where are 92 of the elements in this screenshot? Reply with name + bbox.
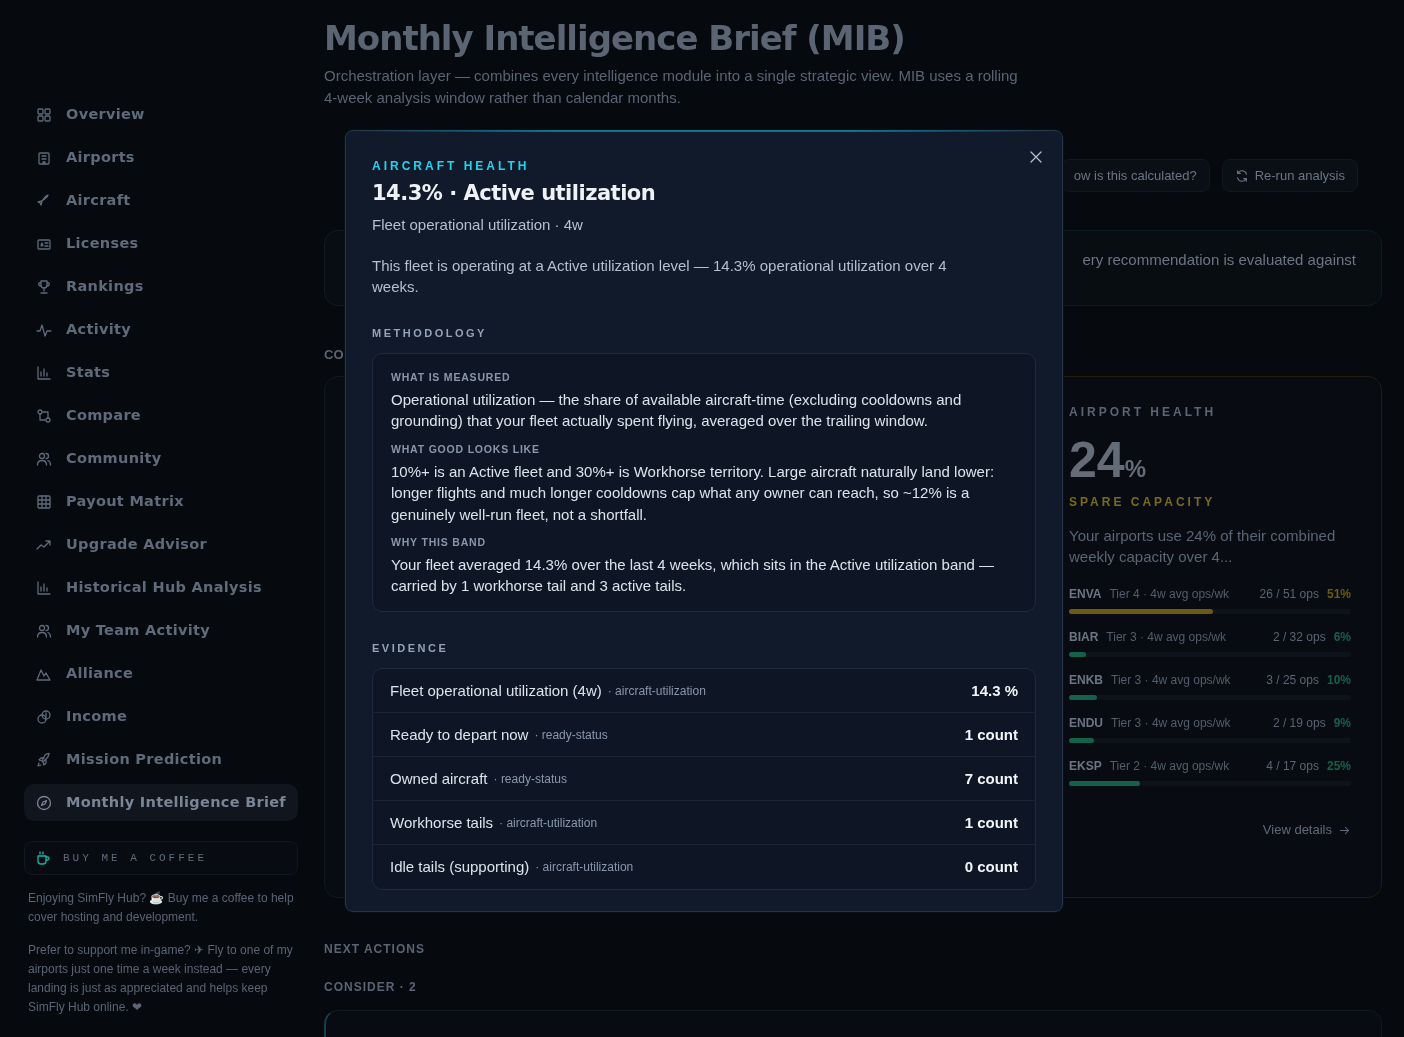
dialog-title: 14.3% · Active utilization (372, 181, 657, 207)
airport-detail: Tier 2 · 4w avg ops/wk (1109, 758, 1231, 776)
evidence-source: · ready-status (493, 770, 567, 788)
ops-count: 4 / 17 ops (1266, 758, 1319, 776)
methodology-text: Your fleet averaged 14.3% over the last 4 weeks, which sits in the Active utilization band — carried by 1 workhorse tail and 3 active tails. (391, 554, 996, 597)
sidebar-item[interactable]: Upgrade Advisor (24, 526, 298, 563)
evidence-label: Fleet operational utilization (4w) (390, 680, 602, 701)
airport-detail: Tier 3 · 4w avg ops/wk (1106, 629, 1227, 647)
sidebar-item[interactable]: Payout Matrix (24, 483, 298, 520)
evidence-value: 7 count (964, 768, 1018, 789)
airport-code: ENVA (1069, 586, 1102, 604)
airport-code: ENKB (1069, 672, 1103, 690)
page-title: Monthly Intelligence Brief (MIB) (324, 18, 906, 59)
evidence-value: 14.3 % (971, 680, 1018, 701)
sidebar-item[interactable]: My Team Activity (24, 612, 298, 649)
percent-value: 6% (1333, 629, 1351, 647)
table-icon (36, 493, 52, 510)
evidence-label: Ready to depart now (390, 724, 529, 745)
card-description: Your airports use 24% of their combined weekly capacity over 4... (1069, 526, 1337, 568)
dialog-description: This fleet is operating at a Active utilization level — 14.3% operational utilization over 4 weeks. (372, 255, 948, 297)
section-label: EVIDENCE (372, 640, 450, 656)
evidence-label: Idle tails (supporting) (390, 857, 530, 878)
compare-icon (36, 407, 52, 424)
evidence-value: 1 count (964, 724, 1018, 745)
ops-count: 3 / 25 ops (1266, 672, 1319, 690)
sidebar-item[interactable]: Aircraft (24, 182, 298, 219)
section-label: CO (324, 346, 344, 365)
evidence-value: 0 count (964, 857, 1018, 878)
cup-icon (35, 850, 51, 866)
airport-detail: Tier 4 · 4w avg ops/wk (1109, 586, 1231, 604)
sidebar-item[interactable]: Licenses (24, 225, 298, 262)
airport-detail: Tier 3 · 4w avg ops/wk (1111, 672, 1232, 690)
sidebar-item[interactable]: Compare (24, 397, 298, 434)
status-label: SPARE CAPACITY (1069, 494, 1217, 512)
section-label: METHODOLOGY (372, 325, 488, 341)
airport-code: ENDU (1069, 715, 1103, 733)
methodology-heading: WHAT IS MEASURED (391, 370, 512, 386)
section-label: NEXT ACTIONS (324, 941, 425, 959)
evidence-label: Owned aircraft (390, 768, 488, 789)
percent-value: 25% (1326, 758, 1351, 776)
sidebar-item[interactable]: Stats (24, 354, 298, 391)
sidebar-item[interactable]: Mission Prediction (24, 741, 298, 778)
coffee-button[interactable]: BUY ME A COFFEE (24, 841, 298, 875)
percent-value: 10% (1326, 672, 1351, 690)
refresh-icon (1234, 168, 1249, 183)
ops-count: 2 / 19 ops (1272, 715, 1326, 733)
close-icon (1028, 149, 1044, 165)
sidebar-item[interactable]: Historical Hub Analysis (24, 569, 298, 606)
sidebar-item[interactable]: Community (24, 440, 298, 477)
evidence-source: · ready-status (534, 726, 608, 744)
airport-detail: Tier 3 · 4w avg ops/wk (1111, 715, 1232, 733)
evidence-label: Workhorse tails (390, 812, 494, 833)
methodology-text: 10%+ is an Active fleet and 30%+ is Workhorse territory. Large aircraft naturally land lower: longer flights and much longer cooldowns cap what any owner can reach, so ~12% is a genuinely well-run fleet, not a shortfall. (391, 461, 996, 525)
sidebar-item[interactable]: Rankings (24, 268, 298, 305)
toolbar-button[interactable]: Re-run analysis (1221, 158, 1358, 193)
evidence-source: · aircraft-utilization (607, 682, 706, 700)
sidebar-item[interactable]: Monthly Intelligence Brief (24, 784, 298, 821)
evidence-value: 1 count (964, 812, 1018, 833)
view-details-link[interactable]: View details (1262, 820, 1351, 840)
percent-value: 9% (1333, 715, 1351, 733)
sidebar-item[interactable]: Income (24, 698, 298, 735)
card-eyebrow: AIRPORT HEALTH (1069, 404, 1218, 422)
coins-icon (36, 708, 52, 725)
bar-chart-icon (36, 579, 52, 596)
people-icon (36, 450, 52, 467)
percent-value: 51% (1326, 586, 1351, 604)
evidence-source: · aircraft-utilization (499, 814, 598, 832)
sidebar-item[interactable]: Alliance (24, 655, 298, 692)
evidence-source: · aircraft-utilization (535, 859, 634, 877)
airport-code: EKSP (1069, 758, 1102, 776)
airport-code: BIAR (1069, 629, 1099, 647)
methodology-text: Operational utilization — the share of available aircraft-time (excluding cooldowns and grounding) that your fleet actually spent flying, averaged over the trailing window. (391, 389, 963, 432)
methodology-heading: WHY THIS BAND (391, 535, 487, 551)
group-label: CONSIDER · 2 (324, 979, 417, 997)
building-icon (36, 149, 52, 166)
ops-count: 26 / 51 ops (1259, 586, 1319, 604)
grid-icon (36, 106, 52, 123)
compass-icon (36, 794, 52, 811)
support-text: Enjoying SimFly Hub? ☕ Buy me a coffee to help cover hosting and development. (28, 890, 294, 926)
people-icon (36, 622, 52, 639)
sidebar-item[interactable]: Activity (24, 311, 298, 348)
page-description: Orchestration layer — combines every intelligence module into a single strategic view. MIB uses a rolling 4-week analysis window rather than calendar months. (324, 65, 1019, 108)
sidebar-item[interactable]: Overview (24, 96, 298, 133)
sidebar-item[interactable]: Airports (24, 139, 298, 176)
big-value: 24% (1069, 435, 1147, 486)
methodology-heading: WHAT GOOD LOOKS LIKE (391, 441, 541, 457)
trophy-icon (36, 278, 52, 295)
bar-chart-icon (36, 364, 52, 381)
rocket-icon (36, 751, 52, 768)
support-text: Prefer to support me in-game? ✈ Fly to one of my airports just one time a week instead — every landing is just as appreciated and helps keep SimFly Hub online. ❤ (28, 942, 294, 1016)
ops-count: 2 / 32 ops (1272, 629, 1326, 647)
dialog-eyebrow: AIRCRAFT HEALTH (372, 158, 531, 175)
